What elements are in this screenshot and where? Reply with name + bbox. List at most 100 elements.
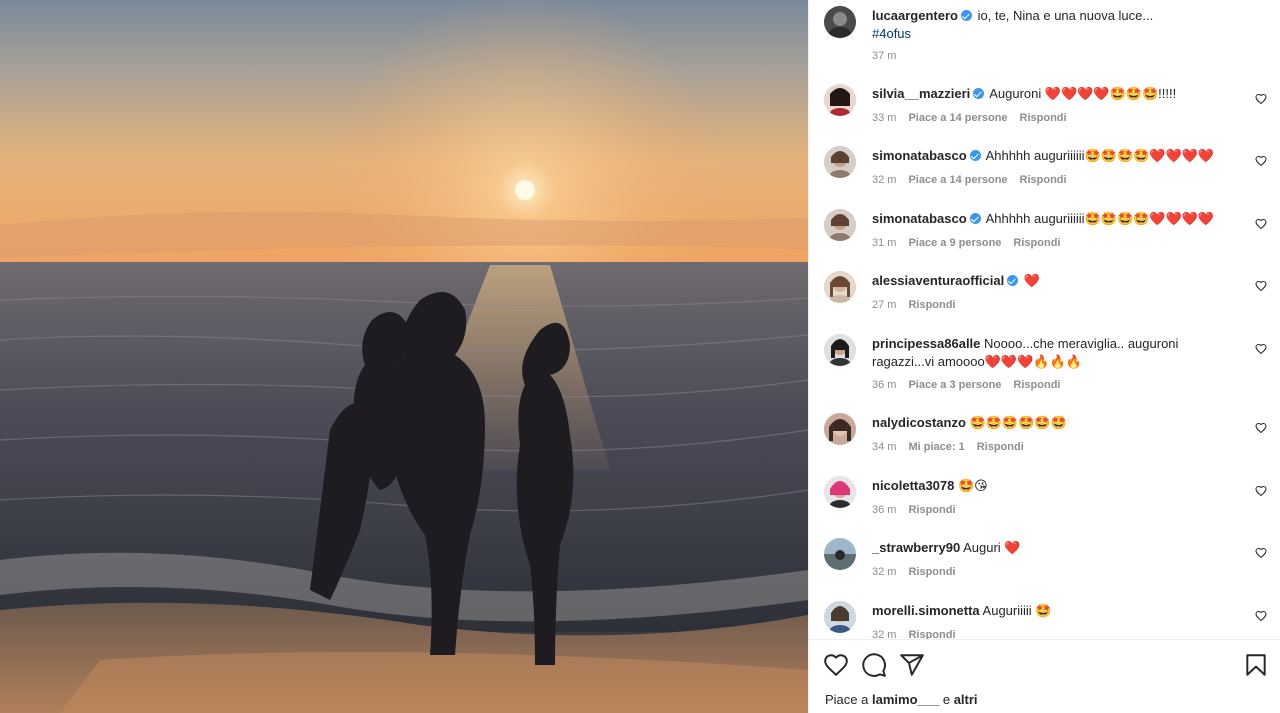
- reply-button[interactable]: Rispondi: [908, 629, 955, 639]
- reply-button[interactable]: Rispondi: [977, 441, 1024, 453]
- liked-by-user[interactable]: lamimo___: [872, 692, 939, 707]
- comment-avatar[interactable]: [824, 271, 856, 303]
- verified-badge-icon: [960, 10, 972, 21]
- comment-username[interactable]: _strawberry90: [872, 540, 960, 555]
- comment-meta: 32 m Rispondi: [872, 565, 968, 579]
- comment-meta: 36 m Rispondi: [872, 503, 968, 517]
- comment-avatar[interactable]: [824, 601, 856, 633]
- comment-meta: 34 m Mi piace: 1 Rispondi: [872, 440, 1036, 454]
- comment-like-heart-icon[interactable]: [1255, 485, 1267, 497]
- comment-time: 32 m: [872, 566, 897, 578]
- reply-button[interactable]: Rispondi: [908, 504, 955, 516]
- bookmark-icon[interactable]: [1243, 652, 1269, 678]
- post-photo[interactable]: [0, 0, 808, 713]
- comment-likes-link[interactable]: Piace a 14 persone: [908, 174, 1007, 186]
- comment-username[interactable]: principessa86alle: [872, 336, 980, 351]
- reply-button[interactable]: Rispondi: [1020, 112, 1067, 124]
- reply-button[interactable]: Rispondi: [908, 299, 955, 311]
- paper-plane-icon[interactable]: [899, 652, 925, 678]
- comment-like-heart-icon[interactable]: [1255, 422, 1267, 434]
- hashtag-link[interactable]: #4ofus: [872, 26, 911, 41]
- comment-text: Auguri ❤️: [963, 540, 1021, 555]
- reply-button[interactable]: Rispondi: [908, 566, 955, 578]
- comment-5: nalydicostanzo 🤩🤩🤩🤩🤩🤩: [872, 414, 1242, 432]
- heart-icon[interactable]: [823, 652, 849, 678]
- comment-text: Ahhhhh auguriiiiii🤩🤩🤩🤩❤️❤️❤️❤️: [985, 148, 1215, 163]
- comment-icon[interactable]: [861, 652, 887, 678]
- liked-by-others[interactable]: altri: [954, 692, 978, 707]
- comment-like-heart-icon[interactable]: [1255, 280, 1267, 292]
- post-caption: lucaargentero io, te, Nina e una nuova l…: [872, 7, 1242, 43]
- comment-username[interactable]: alessiaventuraofficial: [872, 273, 1004, 288]
- comment-avatar[interactable]: [824, 84, 856, 116]
- comment-1: simonatabasco Ahhhhh auguriiiiii🤩🤩🤩🤩❤️❤️…: [872, 147, 1242, 165]
- comment-text: ❤️: [1023, 273, 1041, 288]
- comment-username[interactable]: simonatabasco: [872, 148, 967, 163]
- comment-username[interactable]: simonatabasco: [872, 211, 967, 226]
- comment-username[interactable]: nicoletta3078: [872, 478, 954, 493]
- sunset-beach-image: [0, 0, 808, 713]
- comment-like-heart-icon[interactable]: [1255, 218, 1267, 230]
- comment-time: 32 m: [872, 629, 897, 639]
- comment-likes-link[interactable]: Piace a 9 persone: [908, 237, 1001, 249]
- comment-text: Ahhhhh auguriiiiii🤩🤩🤩🤩❤️❤️❤️❤️: [985, 211, 1215, 226]
- comment-likes-link[interactable]: Mi piace: 1: [908, 441, 964, 453]
- verified-badge-icon: [969, 213, 981, 224]
- comment-time: 31 m: [872, 237, 897, 249]
- comment-meta: 33 m Piace a 14 persone Rispondi: [872, 111, 1079, 125]
- comment-like-heart-icon[interactable]: [1255, 155, 1267, 167]
- liked-by-summary: Piace a lamimo___ e altri: [825, 692, 978, 708]
- liked-by-prefix: Piace a: [825, 692, 869, 707]
- comment-avatar[interactable]: [824, 146, 856, 178]
- caption-text: io, te, Nina e una nuova luce...: [977, 8, 1154, 23]
- comment-text: Auguroni ❤️❤️❤️❤️🤩🤩🤩!!!!!: [989, 86, 1177, 101]
- comment-like-heart-icon[interactable]: [1255, 343, 1267, 355]
- comment-7: _strawberry90 Auguri ❤️: [872, 539, 1242, 557]
- comment-text: 🤩😘: [958, 478, 988, 493]
- comment-3: alessiaventuraofficial ❤️: [872, 272, 1242, 290]
- comment-4: principessa86alle Noooo...che meraviglia…: [872, 335, 1242, 371]
- comment-like-heart-icon[interactable]: [1255, 610, 1267, 622]
- post-time: 37 m: [872, 50, 897, 62]
- comment-0: silvia__mazzieri Auguroni ❤️❤️❤️❤️🤩🤩🤩!!!…: [872, 85, 1242, 103]
- comment-time: 33 m: [872, 112, 897, 124]
- liked-by-conj: e: [942, 692, 951, 707]
- comment-meta: 32 m Piace a 14 persone Rispondi: [872, 173, 1079, 187]
- comments-scroll-area[interactable]: lucaargentero io, te, Nina e una nuova l…: [809, 0, 1280, 639]
- comment-time: 36 m: [872, 379, 897, 391]
- comment-avatar[interactable]: [824, 476, 856, 508]
- comment-time: 27 m: [872, 299, 897, 311]
- comment-like-heart-icon[interactable]: [1255, 547, 1267, 559]
- comment-meta: 31 m Piace a 9 persone Rispondi: [872, 236, 1072, 250]
- comment-likes-link[interactable]: Piace a 14 persone: [908, 112, 1007, 124]
- comment-username[interactable]: nalydicostanzo: [872, 415, 966, 430]
- author-avatar[interactable]: [824, 6, 856, 38]
- comment-text: Auguriiiii 🤩: [982, 603, 1052, 618]
- verified-badge-icon: [969, 150, 981, 161]
- comment-avatar[interactable]: [824, 334, 856, 366]
- comment-avatar[interactable]: [824, 413, 856, 445]
- comment-likes-link[interactable]: Piace a 3 persone: [908, 379, 1001, 391]
- comment-time: 32 m: [872, 174, 897, 186]
- comment-meta: 27 m Rispondi: [872, 298, 968, 312]
- comment-8: morelli.simonetta Auguriiiii 🤩: [872, 602, 1242, 620]
- comment-time: 34 m: [872, 441, 897, 453]
- comment-time: 36 m: [872, 504, 897, 516]
- reply-button[interactable]: Rispondi: [1020, 174, 1067, 186]
- reply-button[interactable]: Rispondi: [1013, 379, 1060, 391]
- comment-meta: 36 m Piace a 3 persone Rispondi: [872, 378, 1072, 392]
- comment-6: nicoletta3078 🤩😘: [872, 477, 1242, 495]
- verified-badge-icon: [973, 88, 985, 99]
- comment-username[interactable]: silvia__mazzieri: [872, 86, 970, 101]
- comment-avatar[interactable]: [824, 209, 856, 241]
- comment-2: simonatabasco Ahhhhh auguriiiiii🤩🤩🤩🤩❤️❤️…: [872, 210, 1242, 228]
- comment-username[interactable]: morelli.simonetta: [872, 603, 980, 618]
- reply-button[interactable]: Rispondi: [1013, 237, 1060, 249]
- post-side-panel: lucaargentero io, te, Nina e una nuova l…: [808, 0, 1280, 713]
- comment-avatar[interactable]: [824, 538, 856, 570]
- comment-like-heart-icon[interactable]: [1255, 93, 1267, 105]
- post-action-bar: Piace a lamimo___ e altri: [809, 639, 1280, 713]
- verified-badge-icon: [1007, 275, 1019, 286]
- comment-meta: 32 m Rispondi: [872, 628, 968, 639]
- author-username[interactable]: lucaargentero: [872, 8, 958, 23]
